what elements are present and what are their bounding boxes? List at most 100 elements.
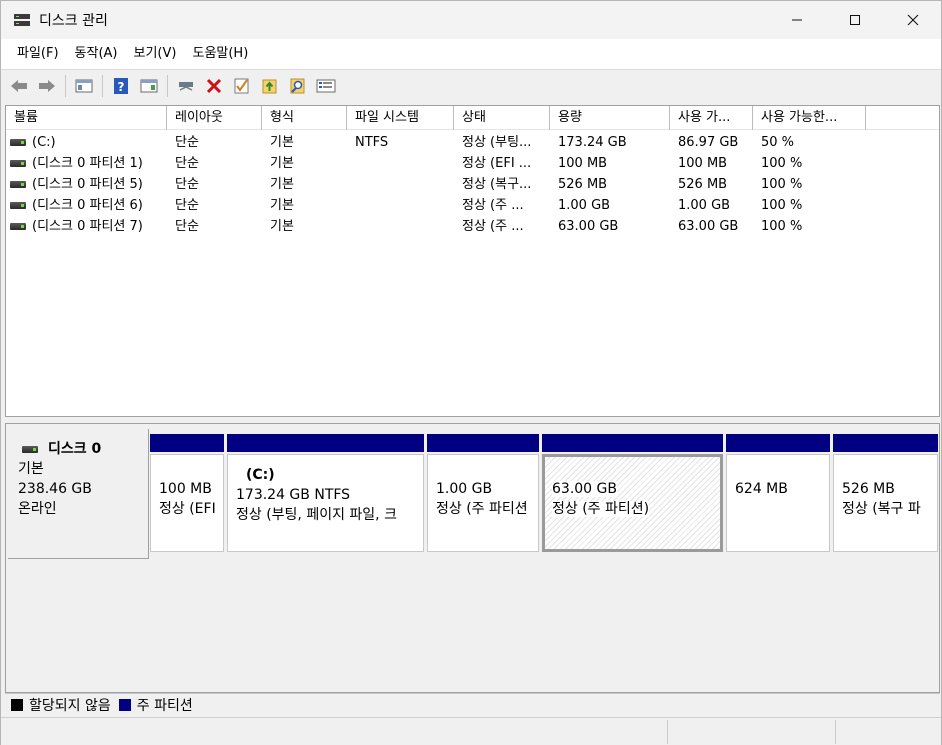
partition-size: 100 MB — [159, 481, 212, 497]
cell-capacity: 63.00 GB — [558, 219, 619, 234]
cell-capacity: 526 MB — [558, 177, 608, 192]
table-row[interactable]: (C:) 단순 기본 NTFS 정상 (부팅... 173.24 GB 86.97 GB 50… — [6, 132, 939, 153]
table-row[interactable]: (디스크 0 파티션 5) 단순 기본 정상 (복구... 526 MB 526 MB 10… — [6, 174, 939, 195]
primary-partition-bar — [150, 434, 224, 452]
cell-free-space: 63.00 GB — [678, 219, 739, 234]
column-header-layout[interactable]: 레이아웃 — [167, 106, 262, 130]
primary-partition-bar — [227, 434, 424, 452]
column-header-percent-free[interactable]: 사용 가능한... — [753, 106, 866, 130]
partition-recovery[interactable]: 526 MB 정상 (복구 파 — [833, 434, 938, 552]
table-row[interactable]: (디스크 0 파티션 6) 단순 기본 정상 (주 ... 1.00 GB 1.00 GB… — [6, 195, 939, 216]
import-button[interactable] — [258, 74, 282, 98]
table-row[interactable]: (디스크 0 파티션 7) 단순 기본 정상 (주 ... 63.00 GB 63.00 … — [6, 216, 939, 237]
cell-type: 기본 — [270, 156, 294, 171]
legend-primary: 주 파티션 — [136, 697, 193, 714]
toolbar-separator — [65, 74, 66, 97]
column-header-free-space[interactable]: 사용 가... — [670, 106, 753, 130]
toolbar: ? — [1, 69, 941, 101]
cell-layout: 단순 — [175, 198, 199, 213]
menu-file[interactable]: 파일(F) — [9, 39, 67, 69]
volume-name: (디스크 0 파티션 6) — [32, 198, 143, 213]
menu-action[interactable]: 동작(A) — [67, 39, 126, 69]
list-icon — [316, 79, 336, 92]
maximize-icon — [850, 15, 860, 25]
cell-status: 정상 (부팅... — [462, 135, 532, 150]
legend-unallocated: 할당되지 않음 — [29, 697, 111, 714]
cell-layout: 단순 — [175, 135, 199, 150]
title-bar: 디스크 관리 — [1, 1, 941, 39]
window-title: 디스크 관리 — [39, 13, 108, 29]
cell-status: 정상 (주 ... — [462, 219, 524, 234]
cell-type: 기본 — [270, 198, 294, 213]
partition-body: 63.00 GB 정상 (주 파티션) — [542, 454, 723, 552]
partition-name: (C:) — [246, 467, 275, 483]
properties-pane-button[interactable] — [137, 74, 161, 98]
disk-management-window: 디스크 관리 파일(F) 동작(A) 보기(V) 도움말(H) ? 볼륨 레이아… — [0, 0, 942, 745]
search-button[interactable] — [286, 74, 310, 98]
partition-body: 526 MB 정상 (복구 파 — [833, 454, 938, 552]
cell-free-space: 526 MB — [678, 177, 728, 192]
cell-volume: (디스크 0 파티션 5) — [6, 174, 167, 195]
partition-c[interactable]: (C:) 173.24 GB NTFS 정상 (부팅, 페이지 파일, 크 — [227, 434, 424, 552]
status-divider — [835, 720, 836, 744]
volume-icon — [10, 181, 26, 188]
disk-status: 온라인 — [18, 501, 57, 517]
cell-status: 정상 (EFI ... — [462, 156, 532, 171]
partition-status: 정상 (주 파티션 — [436, 501, 528, 517]
primary-partition-bar — [726, 434, 830, 452]
partition-body: 100 MB 정상 (EFI — [150, 454, 224, 552]
volume-list-header: 볼륨 레이아웃 형식 파일 시스템 상태 용량 사용 가... 사용 가능한..… — [6, 106, 939, 130]
list-button[interactable] — [314, 74, 338, 98]
partition-status: 정상 (EFI — [159, 501, 216, 517]
partition-6[interactable]: 1.00 GB 정상 (주 파티션 — [427, 434, 539, 552]
partition-map: 100 MB 정상 (EFI (C:) 173.24 GB NTFS 정상 (부… — [150, 434, 938, 552]
partition-624mb[interactable]: 624 MB — [726, 434, 830, 552]
import-icon — [262, 79, 277, 93]
back-arrow-icon — [11, 79, 27, 92]
maximize-button[interactable] — [826, 1, 884, 39]
cell-percent-free: 100 % — [761, 177, 803, 192]
partition-body: 624 MB — [726, 454, 830, 552]
back-button[interactable] — [7, 74, 31, 98]
partition-size: 173.24 GB NTFS — [236, 487, 351, 503]
menu-help[interactable]: 도움말(H) — [184, 39, 256, 69]
delete-button[interactable] — [202, 74, 226, 98]
volume-name: (디스크 0 파티션 7) — [32, 219, 143, 234]
menu-view[interactable]: 보기(V) — [126, 39, 185, 69]
toolbar-separator — [167, 74, 168, 97]
column-header-capacity[interactable]: 용량 — [550, 106, 670, 130]
primary-partition-bar — [427, 434, 539, 452]
minimize-button[interactable] — [768, 1, 826, 39]
table-row[interactable]: (디스크 0 파티션 1) 단순 기본 정상 (EFI ... 100 MB 100 MB… — [6, 153, 939, 174]
minimize-icon — [792, 19, 802, 21]
close-button[interactable] — [884, 1, 942, 39]
unallocated-swatch — [11, 698, 23, 711]
partition-efi[interactable]: 100 MB 정상 (EFI — [150, 434, 224, 552]
cell-layout: 단순 — [175, 219, 199, 234]
volume-name: (디스크 0 파티션 5) — [32, 177, 143, 192]
partition-7-selected[interactable]: 63.00 GB 정상 (주 파티션) — [542, 434, 723, 552]
disk-info-panel[interactable]: 디스크 0 기본 238.46 GB 온라인 — [8, 429, 149, 559]
column-header-type[interactable]: 형식 — [262, 106, 347, 130]
column-header-file-system[interactable]: 파일 시스템 — [347, 106, 454, 130]
column-header-status[interactable]: 상태 — [454, 106, 550, 130]
cell-capacity: 1.00 GB — [558, 198, 611, 213]
forward-button[interactable] — [35, 74, 59, 98]
cell-capacity: 173.24 GB — [558, 135, 627, 150]
cell-free-space: 100 MB — [678, 156, 728, 171]
cell-type: 기본 — [270, 219, 294, 234]
volume-name: (C:) — [32, 135, 56, 150]
cell-status: 정상 (주 ... — [462, 198, 524, 213]
help-button[interactable]: ? — [109, 74, 133, 98]
disk-icon — [22, 445, 38, 453]
connect-drive-button[interactable] — [174, 74, 198, 98]
disk-type: 기본 — [18, 461, 44, 477]
cell-status: 정상 (복구... — [462, 177, 532, 192]
check-button[interactable] — [230, 74, 254, 98]
column-header-volume[interactable]: 볼륨 — [6, 106, 167, 130]
cell-free-space: 1.00 GB — [678, 198, 731, 213]
show-hide-console-tree-button[interactable] — [72, 74, 96, 98]
cell-file-system: NTFS — [355, 135, 389, 150]
partition-size: 624 MB — [735, 481, 788, 497]
primary-partition-bar — [833, 434, 938, 452]
